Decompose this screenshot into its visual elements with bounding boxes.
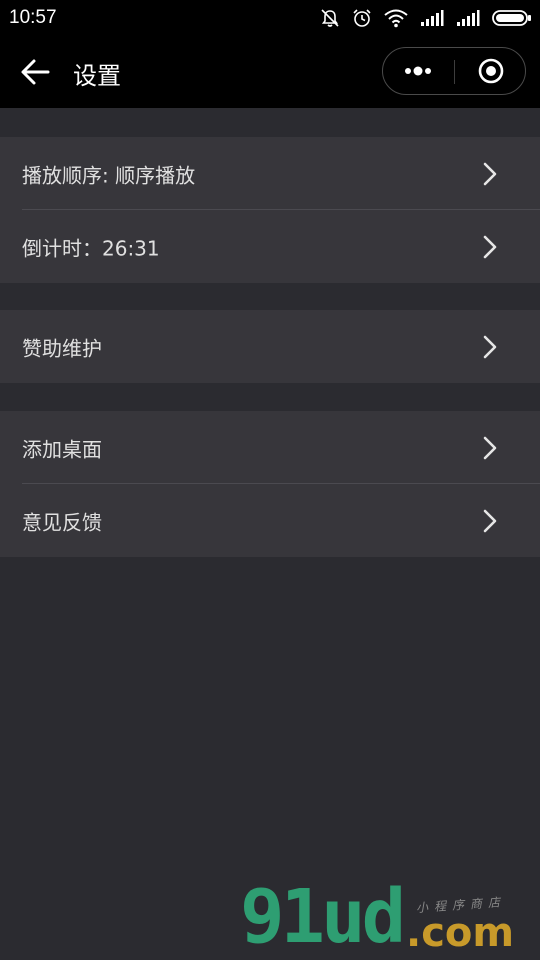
sponsor-item[interactable]: 赞助维护 bbox=[0, 310, 540, 383]
mini-program-capsule bbox=[382, 47, 526, 95]
settings-group-sponsor: 赞助维护 bbox=[0, 310, 540, 383]
watermark-domain: .com bbox=[406, 910, 515, 956]
signal-icon bbox=[457, 10, 480, 26]
status-bar: 10:57 bbox=[0, 0, 540, 36]
battery-icon bbox=[492, 10, 531, 26]
more-dots-icon bbox=[405, 66, 431, 76]
back-button[interactable] bbox=[20, 58, 52, 86]
chevron-right-icon bbox=[483, 162, 497, 185]
chevron-right-icon bbox=[483, 235, 497, 258]
watermark-logo: 91ud 小程序商店 .com bbox=[240, 874, 540, 960]
sponsor-label: 赞助维护 bbox=[22, 336, 102, 360]
chevron-right-icon bbox=[483, 509, 497, 532]
status-icons bbox=[320, 6, 532, 30]
more-button[interactable] bbox=[383, 48, 454, 94]
target-circle-icon bbox=[478, 58, 504, 84]
watermark-brand: 91ud bbox=[240, 874, 406, 960]
feedback-item[interactable]: 意见反馈 bbox=[0, 484, 540, 557]
mute-bell-icon bbox=[321, 9, 339, 27]
chevron-right-icon bbox=[483, 436, 497, 459]
arrow-left-icon bbox=[21, 59, 50, 85]
chevron-right-icon bbox=[483, 335, 497, 358]
play-order-item[interactable]: 播放顺序: 顺序播放 bbox=[0, 137, 540, 210]
status-time: 10:57 bbox=[9, 7, 57, 28]
nav-bar: 设置 bbox=[0, 36, 540, 108]
signal-icon bbox=[421, 10, 444, 26]
settings-group-playback: 播放顺序: 顺序播放 倒计时：26:31 bbox=[0, 137, 540, 283]
countdown-item[interactable]: 倒计时：26:31 bbox=[0, 210, 540, 283]
settings-group-misc: 添加桌面 意见反馈 bbox=[0, 411, 540, 557]
close-button[interactable] bbox=[455, 48, 525, 94]
wifi-icon bbox=[384, 9, 408, 28]
alarm-icon bbox=[353, 9, 371, 27]
add-to-desktop-label: 添加桌面 bbox=[22, 437, 102, 461]
page-title: 设置 bbox=[73, 62, 121, 90]
add-to-desktop-item[interactable]: 添加桌面 bbox=[0, 411, 540, 484]
play-order-label: 播放顺序: 顺序播放 bbox=[22, 163, 196, 187]
feedback-label: 意见反馈 bbox=[22, 510, 102, 534]
countdown-label: 倒计时：26:31 bbox=[22, 236, 160, 260]
